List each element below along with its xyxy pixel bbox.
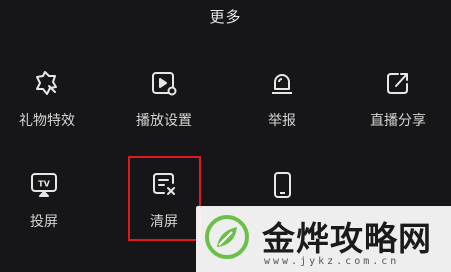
- watermark-name: 金烨攻略网: [262, 219, 432, 258]
- clear-screen-icon: [149, 169, 179, 199]
- cast-screen-button[interactable]: TV 投屏: [0, 165, 94, 241]
- cast-screen-label: 投屏: [30, 214, 58, 230]
- watermark-url: www.jykz.com.cn: [264, 256, 400, 267]
- clear-screen-label: 清屏: [150, 214, 178, 230]
- live-share-label: 直播分享: [370, 113, 426, 129]
- watermark: 金烨攻略网 www.jykz.com.cn: [196, 206, 451, 272]
- playback-settings-button[interactable]: 播放设置: [114, 64, 214, 140]
- panel-title: 更多: [209, 8, 242, 26]
- live-share-button[interactable]: 直播分享: [348, 64, 448, 140]
- gift-effect-icon: [32, 68, 62, 98]
- more-panel: 更多 礼物特效 播放设置 举报 直播分享 TV 投屏 清屏 金烨攻略网 www.…: [0, 0, 451, 272]
- gift-effects-button[interactable]: 礼物特效: [0, 64, 97, 140]
- cast-tv-icon: TV: [29, 169, 59, 199]
- report-button[interactable]: 举报: [232, 64, 332, 140]
- share-icon: [383, 68, 413, 98]
- playback-settings-icon: [149, 68, 179, 98]
- playback-settings-label: 播放设置: [136, 113, 192, 129]
- leaf-logo-icon: [205, 215, 249, 259]
- report-alarm-icon: [267, 68, 297, 98]
- report-label: 举报: [268, 113, 296, 129]
- phone-icon: [267, 169, 297, 199]
- gift-effects-label: 礼物特效: [19, 113, 75, 129]
- svg-text:TV: TV: [38, 180, 50, 189]
